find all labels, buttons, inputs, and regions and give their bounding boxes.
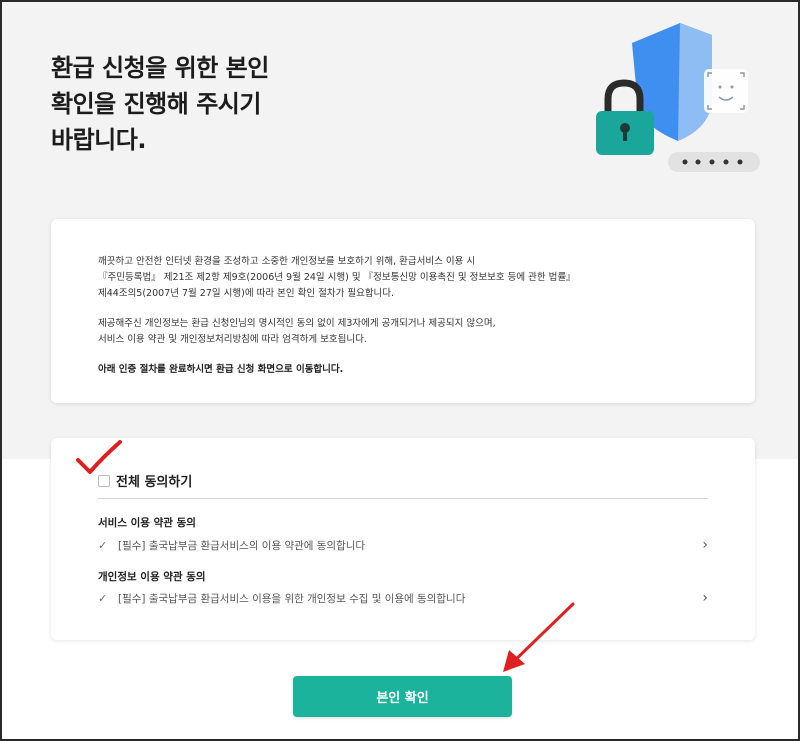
window-frame: [0, 0, 800, 741]
